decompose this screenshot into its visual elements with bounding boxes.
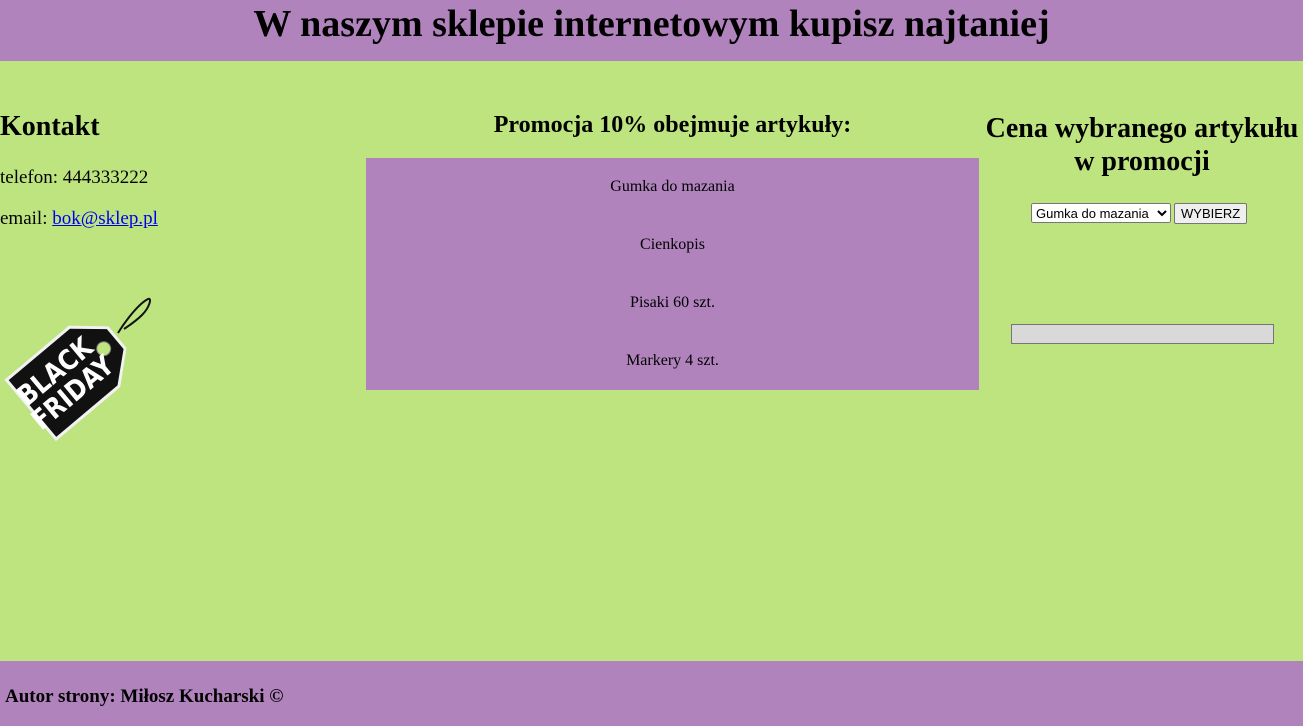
promotion-item: Markery 4 szt. <box>626 352 719 369</box>
price-heading: Cena wybranego artykułu w promocji <box>979 112 1303 178</box>
email-line: email: bok@sklep.pl <box>0 208 158 230</box>
promotion-heading: Promocja 10% obejmuje artykuły: <box>493 112 852 138</box>
black-friday-tag-image: BLACK FRIDAY <box>4 297 151 442</box>
promotion-list: Gumka do mazania Cienkopis Pisaki 60 szt… <box>366 158 979 390</box>
price-section: Cena wybranego artykułu w promocji Gumka… <box>979 61 1303 661</box>
promotion-section: Promocja 10% obejmuje artykuły: Gumka do… <box>366 61 979 661</box>
price-heading-line1: Cena wybranego artykułu <box>985 113 1299 144</box>
article-picker: Gumka do mazania WYBIERZ <box>1031 203 1248 224</box>
footer: Autor strony: Miłosz Kucharski © <box>0 661 1303 726</box>
promotion-item: Cienkopis <box>640 236 705 253</box>
article-select[interactable]: Gumka do mazania <box>1031 203 1171 223</box>
page: W naszym sklepie internetowym kupisz naj… <box>0 0 1303 726</box>
promotion-item: Gumka do mazania <box>610 178 735 195</box>
phone-label: telefon: <box>0 167 59 188</box>
page-title: W naszym sklepie internetowym kupisz naj… <box>253 3 1050 45</box>
author-credit: Autor strony: Miłosz Kucharski © <box>5 686 284 707</box>
phone-number: 444333222 <box>62 167 149 188</box>
header-banner: W naszym sklepie internetowym kupisz naj… <box>0 0 1303 61</box>
contact-heading: Kontakt <box>0 111 100 142</box>
price-result-field <box>1011 324 1274 344</box>
promotion-item: Pisaki 60 szt. <box>630 294 715 311</box>
email-label: email: <box>0 208 48 229</box>
price-heading-line2: w promocji <box>1074 146 1210 177</box>
email-link[interactable]: bok@sklep.pl <box>52 208 158 229</box>
choose-button[interactable]: WYBIERZ <box>1174 203 1248 224</box>
contact-section: Kontakt telefon: 444333222 email: bok@sk… <box>0 61 366 661</box>
phone-line: telefon: 444333222 <box>0 167 148 189</box>
